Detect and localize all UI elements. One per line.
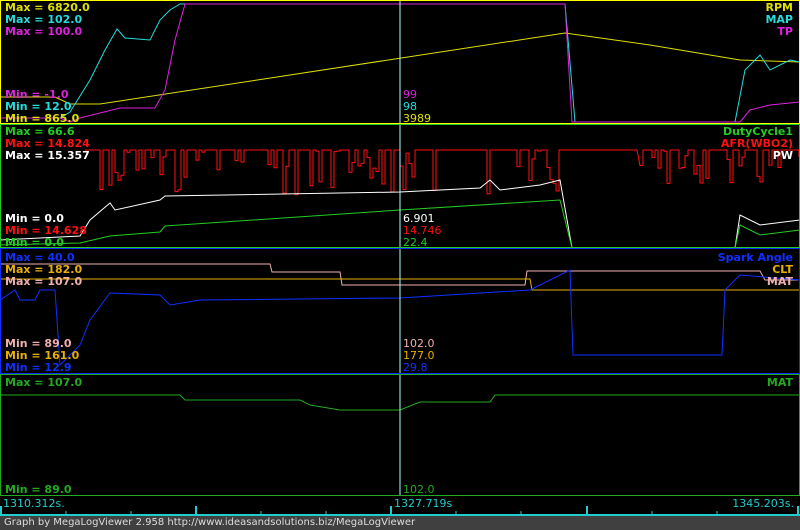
panel-fuel[interactable]: Max = 66.6 Max = 14.824 Max = 15.357 Min…: [0, 124, 800, 249]
footer-credit: Graph by MegaLogViewer 2.958 http://www.…: [0, 516, 800, 530]
legend-tp[interactable]: TP: [777, 26, 793, 38]
spark-cursor-value: 29.8: [403, 361, 428, 374]
pw-max: Max = 15.357: [5, 149, 90, 162]
legend-mat2[interactable]: MAT: [767, 377, 793, 389]
legend-pw[interactable]: PW: [773, 150, 793, 162]
panel-engine[interactable]: Max = 6820.0 Max = 102.0 Max = 100.0 Min…: [0, 0, 800, 125]
mat-max: Max = 107.0: [5, 275, 83, 288]
time-cursor: 1327.719s: [394, 497, 453, 510]
tp-max: Max = 100.0: [5, 25, 83, 38]
time-end: 1345.203s.: [732, 497, 794, 510]
mat2-min: Min = 89.0: [5, 483, 72, 496]
mat2-max: Max = 107.0: [5, 376, 83, 389]
log-graph-window[interactable]: Max = 6820.0 Max = 102.0 Max = 100.0 Min…: [0, 0, 800, 530]
legend-mat[interactable]: MAT: [767, 276, 793, 288]
panel-mat[interactable]: Max = 107.0 Min = 89.0 MAT 102.0: [0, 374, 800, 496]
time-axis[interactable]: 1310.312s. 1327.719s 1345.203s.: [0, 496, 800, 516]
mat2-cursor-value: 102.0: [403, 483, 435, 496]
panel-ignition[interactable]: Max = 40.0 Max = 182.0 Max = 107.0 Min =…: [0, 248, 800, 374]
spark-min: Min = 12.9: [5, 361, 72, 374]
time-start: 1310.312s.: [3, 497, 65, 510]
